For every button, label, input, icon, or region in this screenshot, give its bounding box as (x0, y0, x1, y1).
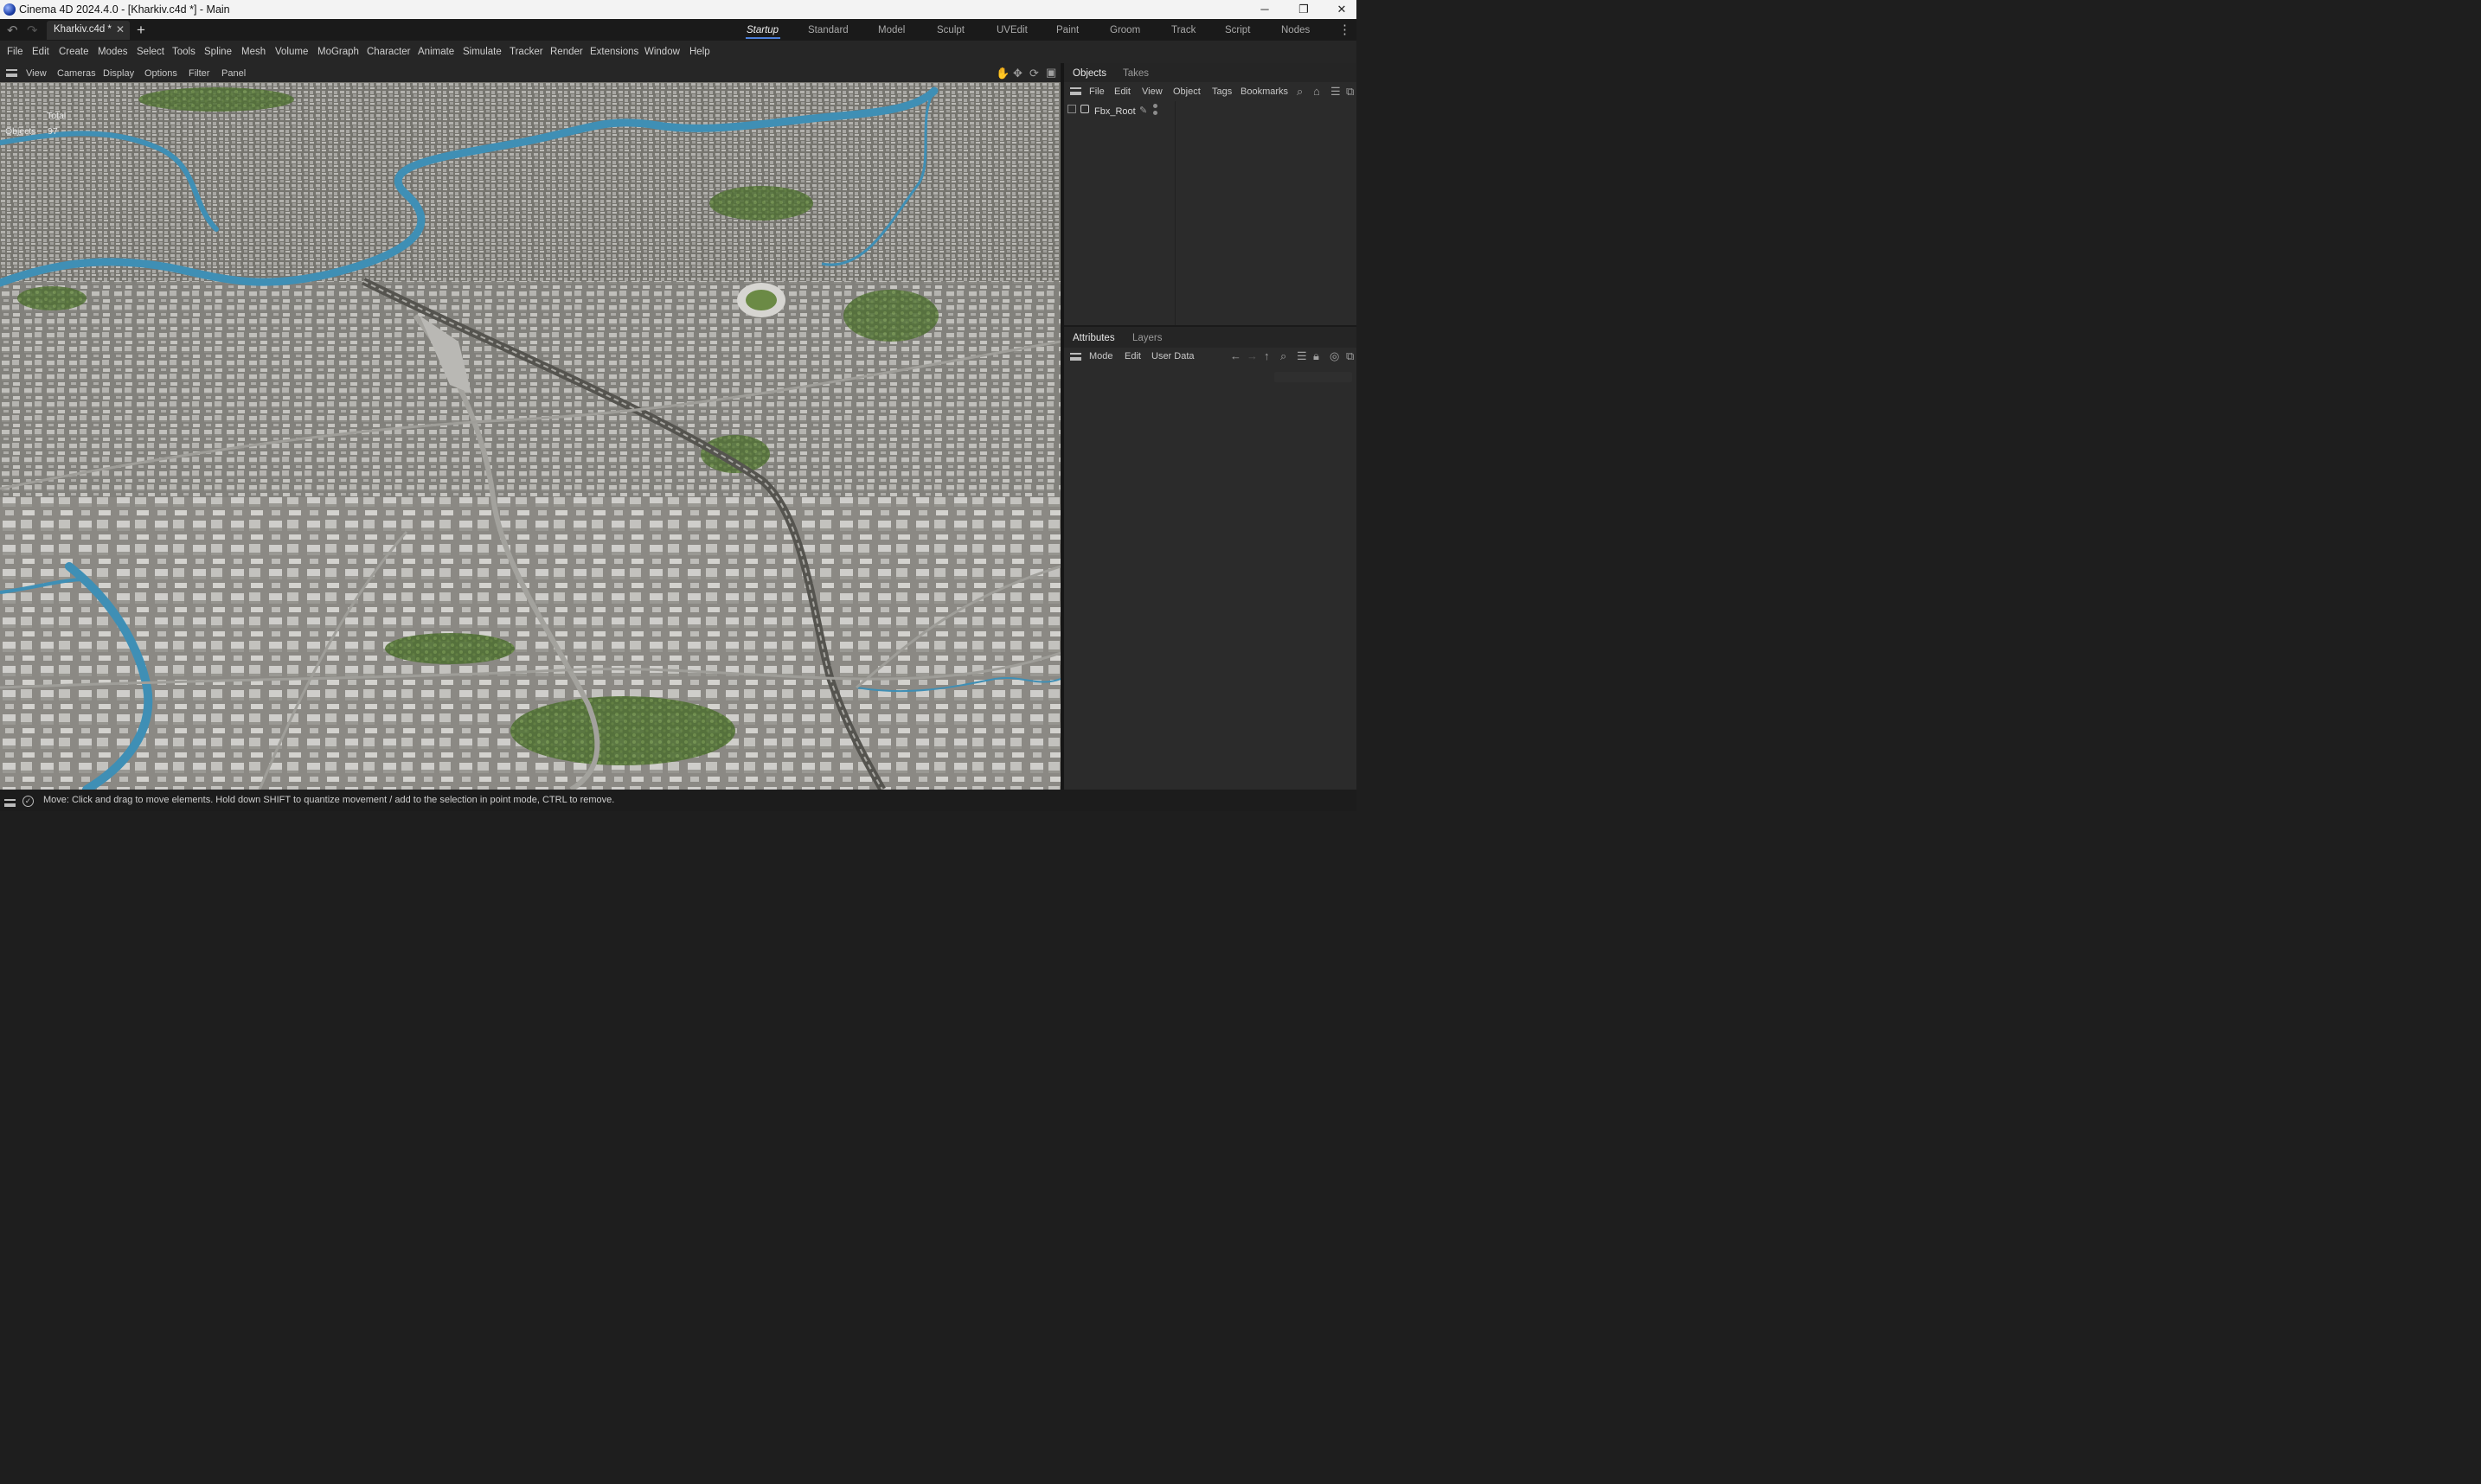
layout-tab-nodes[interactable]: Nodes (1281, 25, 1310, 35)
menu-character[interactable]: Character (367, 47, 411, 57)
tab-takes[interactable]: Takes (1123, 68, 1149, 79)
objects-menu-file[interactable]: File (1089, 86, 1105, 97)
menu-mesh[interactable]: Mesh (241, 47, 266, 57)
search-icon[interactable]: ⌕ (1297, 85, 1303, 99)
hud-objects-value: 97 (48, 126, 58, 137)
viewport-menu-panel[interactable]: Panel (221, 68, 246, 79)
viewport-menu-cameras[interactable]: Cameras (57, 68, 96, 79)
menu-mograph[interactable]: MoGraph (317, 47, 359, 57)
attributes-menu-user-data[interactable]: User Data (1151, 351, 1195, 361)
status-message: Move: Click and drag to move elements. H… (43, 795, 615, 805)
objects-menu-bookmarks[interactable]: Bookmarks (1240, 86, 1288, 97)
layout-tab-paint[interactable]: Paint (1056, 25, 1079, 35)
search-attributes-icon[interactable]: ⌕ (1280, 349, 1286, 363)
move-camera-icon[interactable]: ✥ (1013, 67, 1023, 80)
back-arrow-icon[interactable]: ← (1230, 349, 1241, 362)
layout-tab-sculpt[interactable]: Sculpt (937, 25, 965, 35)
expand-toggle-icon[interactable] (1067, 105, 1076, 113)
minimize-button[interactable]: ─ (1247, 2, 1282, 17)
layout-tab-startup[interactable]: Startup (747, 25, 779, 35)
viewport-menu-view[interactable]: View (26, 68, 47, 79)
edit-tag-icon[interactable]: ✎ (1139, 105, 1147, 116)
home-icon[interactable]: ⌂ (1313, 85, 1320, 98)
menu-simulate[interactable]: Simulate (463, 47, 502, 57)
restore-button[interactable]: ❐ (1286, 2, 1321, 17)
attributes-menu-mode[interactable]: Mode (1089, 351, 1113, 361)
tab-attributes[interactable]: Attributes (1073, 333, 1115, 343)
hud-objects-label: Objects (5, 126, 36, 137)
viewport-menu-filter[interactable]: Filter (189, 68, 209, 79)
new-window-icon[interactable]: ⧉ (1346, 85, 1354, 99)
undo-icon[interactable]: ↶ (7, 22, 18, 38)
layout-tab-groom[interactable]: Groom (1110, 25, 1140, 35)
render-visibility-dot-icon[interactable] (1153, 111, 1157, 115)
null-object-icon (1080, 105, 1089, 113)
objects-menu-edit[interactable]: Edit (1114, 86, 1131, 97)
menu-tools[interactable]: Tools (172, 47, 196, 57)
toggle-views-icon[interactable]: ▣ (1046, 66, 1056, 80)
check-status-icon: ✓ (22, 796, 34, 807)
active-layout-indicator (746, 37, 780, 39)
new-attributes-window-icon[interactable]: ⧉ (1346, 349, 1354, 363)
menu-edit[interactable]: Edit (32, 47, 49, 57)
filter-icon[interactable]: ☰ (1330, 85, 1341, 99)
filter-attributes-icon[interactable]: ☰ (1297, 349, 1307, 363)
menu-help[interactable]: Help (689, 47, 710, 57)
menu-render[interactable]: Render (550, 47, 583, 57)
menu-modes[interactable]: Modes (98, 47, 128, 57)
target-icon[interactable]: ◎ (1330, 349, 1339, 363)
viewport-hamburger-icon[interactable] (6, 69, 17, 77)
attributes-menu-edit[interactable]: Edit (1125, 351, 1141, 361)
menu-animate[interactable]: Animate (418, 47, 454, 57)
close-window-button[interactable]: ✕ (1324, 2, 1359, 17)
redo-icon[interactable]: ↷ (27, 22, 38, 38)
close-tab-icon[interactable]: ✕ (116, 23, 125, 35)
layout-tab-model[interactable]: Model (878, 25, 905, 35)
hud-total-label: Total (47, 111, 67, 121)
menu-select[interactable]: Select (137, 47, 164, 57)
window-title: Cinema 4D 2024.4.0 - [Kharkiv.c4d *] - M… (19, 3, 230, 16)
city-render (0, 82, 1061, 790)
cinema4d-logo-icon (3, 3, 16, 16)
attributes-search-field[interactable] (1274, 372, 1352, 382)
viewport-menu-display[interactable]: Display (103, 68, 134, 79)
objects-menu-tags[interactable]: Tags (1212, 86, 1232, 97)
tab-layers[interactable]: Layers (1132, 333, 1163, 343)
attributes-hamburger-icon[interactable] (1070, 353, 1081, 361)
menu-tracker[interactable]: Tracker (510, 47, 543, 57)
menu-file[interactable]: File (7, 47, 23, 57)
document-tab[interactable]: Kharkiv.c4d * ✕ (47, 21, 130, 40)
objects-panel-header (1064, 63, 1356, 82)
right-dock (1064, 63, 1356, 790)
3d-viewport[interactable]: Total Objects 97 (0, 82, 1061, 790)
tab-objects[interactable]: Objects (1073, 68, 1106, 79)
menu-volume[interactable]: Volume (275, 47, 308, 57)
layout-tab-uvedit[interactable]: UVEdit (997, 25, 1028, 35)
objects-menu-object[interactable]: Object (1173, 86, 1201, 97)
menu-spline[interactable]: Spline (204, 47, 232, 57)
layout-tab-script[interactable]: Script (1225, 25, 1250, 35)
document-tab-bar (0, 19, 1356, 41)
editor-visibility-dot-icon[interactable] (1153, 104, 1157, 108)
menu-create[interactable]: Create (59, 47, 89, 57)
lock-icon[interactable]: 🔒︎ (1313, 349, 1319, 363)
window-titlebar: Cinema 4D 2024.4.0 - [Kharkiv.c4d *] - M… (0, 0, 1356, 19)
object-fbx-root[interactable]: Fbx_Root (1094, 106, 1136, 117)
menu-window[interactable]: Window (644, 47, 680, 57)
menu-extensions[interactable]: Extensions (590, 47, 638, 57)
forward-arrow-icon[interactable]: → (1247, 349, 1258, 362)
rotate-camera-icon[interactable]: ⟳ (1029, 67, 1039, 80)
objects-menu-view[interactable]: View (1142, 86, 1163, 97)
more-options-icon[interactable]: ⋮ (1338, 22, 1351, 37)
layout-tab-track[interactable]: Track (1171, 25, 1196, 35)
viewport-menu-options[interactable]: Options (144, 68, 177, 79)
status-hamburger-icon[interactable] (4, 799, 16, 807)
pan-hand-icon[interactable]: ✋ (996, 67, 1010, 80)
objects-hamburger-icon[interactable] (1070, 87, 1081, 95)
up-arrow-icon[interactable]: ↑ (1264, 349, 1270, 362)
document-tab-label: Kharkiv.c4d * (54, 24, 112, 35)
layout-tab-standard[interactable]: Standard (808, 25, 849, 35)
objects-column-separator (1175, 101, 1176, 326)
add-tab-icon[interactable]: + (137, 22, 145, 39)
